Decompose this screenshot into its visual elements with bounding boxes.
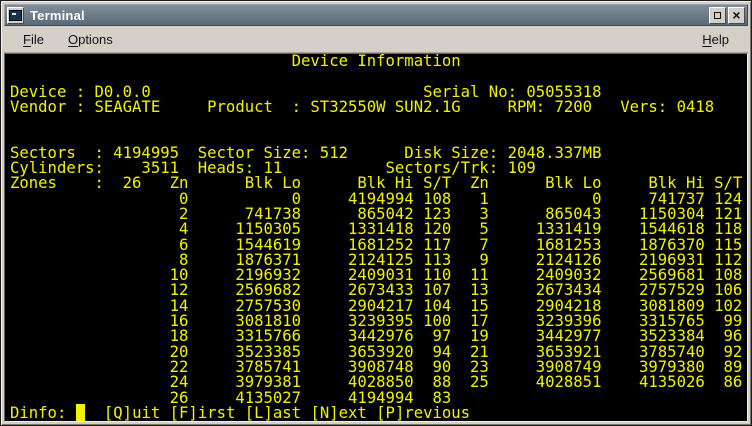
titlebar-buttons: × [709,7,745,24]
maximize-button[interactable] [709,7,726,24]
maximize-icon [714,12,721,19]
window-menu-button[interactable] [7,7,24,24]
text-cursor [76,404,85,422]
status-prompt: Dinfo: [10,404,66,422]
window-title: Terminal [30,8,85,23]
terminal-line [10,115,747,130]
status-hints: [Q]uit [F]irst [L]ast [N]ext [P]revious [104,404,470,422]
terminal-screen[interactable]: Device Information Device : D0.0.0 Seria… [4,53,748,422]
terminal-window: Terminal × File Options Help Device Info… [0,0,752,426]
spacer [66,404,75,422]
status-line: Dinfo: [Q]uit [F]irst [L]ast [N]ext [P]r… [10,406,747,421]
terminal-line: Device Information [10,54,747,69]
menu-help[interactable]: Help [693,29,738,50]
menubar: File Options Help [4,27,748,53]
terminal-icon [9,10,22,21]
menu-file[interactable]: File [14,29,53,50]
close-icon: × [732,8,740,22]
titlebar[interactable]: Terminal × [4,4,748,26]
terminal-line: Vendor : SEAGATE Product : ST32550W SUN2… [10,100,747,115]
terminal-text: Device Information Device : D0.0.0 Seria… [10,54,747,406]
close-button[interactable]: × [728,7,745,24]
menu-options[interactable]: Options [59,29,122,50]
spacer [85,404,104,422]
